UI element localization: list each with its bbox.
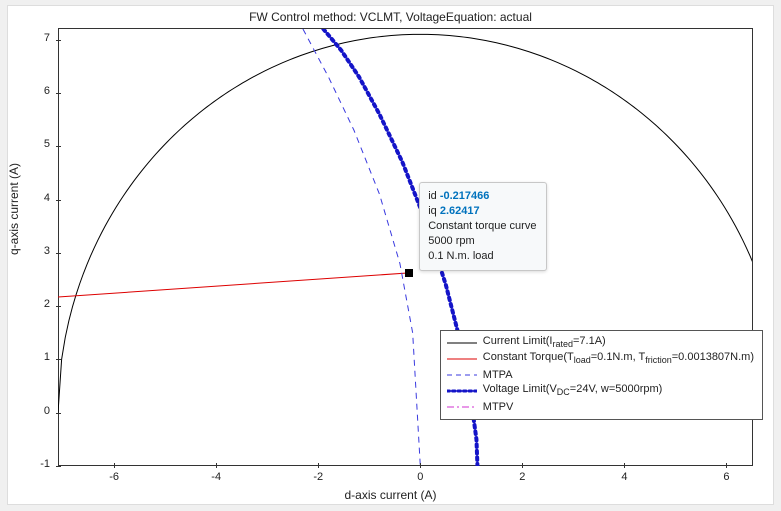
datatip-id-row: id -0.217466 (428, 189, 536, 204)
datatip-marker[interactable] (405, 269, 413, 277)
y-tick-label: 2 (8, 298, 50, 310)
legend[interactable]: Current Limit(Irated=7.1A) Constant Torq… (440, 330, 763, 420)
x-tick-label: -4 (196, 471, 236, 483)
legend-swatch-mtpv (447, 401, 477, 413)
x-tick-label: 4 (604, 471, 644, 483)
y-axis-label: q-axis current (A) (7, 163, 21, 255)
y-tick-label: 6 (8, 85, 50, 97)
datatip-id-value: -0.217466 (440, 190, 490, 202)
legend-swatch-mtpa (447, 369, 477, 381)
x-tick-label: -2 (298, 471, 338, 483)
legend-item-mtpv[interactable]: MTPV (447, 399, 754, 415)
legend-swatch-current-limit (447, 337, 477, 349)
x-tick-label: 2 (502, 471, 542, 483)
datatip-iq-row: iq 2.62417 (428, 204, 536, 219)
legend-label: MTPV (483, 399, 514, 415)
datatip-box[interactable]: id -0.217466 iq 2.62417 Constant torque … (419, 182, 547, 271)
x-tick-label: -6 (94, 471, 134, 483)
chart-title: FW Control method: VCLMT, VoltageEquatio… (8, 10, 773, 24)
y-tick-label: 5 (8, 138, 50, 150)
x-tick-label: 0 (400, 471, 440, 483)
x-tick-label: 6 (706, 471, 746, 483)
legend-label: Voltage Limit(VDC=24V, w=5000rpm) (483, 381, 663, 400)
y-tick-label: 7 (8, 32, 50, 44)
datatip-line2: 5000 rpm (428, 234, 536, 249)
datatip-iq-label: iq (428, 205, 437, 217)
datatip-line3: 0.1 N.m. load (428, 249, 536, 264)
y-tick-label: 0 (8, 405, 50, 417)
legend-item-constant-torque[interactable]: Constant Torque(Tload=0.1N.m, Tfriction=… (447, 351, 754, 367)
y-tick-label: 1 (8, 351, 50, 363)
figure-window: FW Control method: VCLMT, VoltageEquatio… (8, 6, 773, 504)
datatip-line1: Constant torque curve (428, 219, 536, 234)
legend-label: Constant Torque(Tload=0.1N.m, Tfriction=… (483, 349, 754, 368)
datatip-id-label: id (428, 190, 437, 202)
datatip-iq-value: 2.62417 (440, 205, 480, 217)
legend-swatch-constant-torque (447, 353, 477, 365)
x-axis-label: d-axis current (A) (8, 488, 773, 502)
y-tick-label: -1 (8, 458, 50, 470)
legend-swatch-voltage-limit (447, 385, 477, 397)
legend-item-voltage-limit[interactable]: Voltage Limit(VDC=24V, w=5000rpm) (447, 383, 754, 399)
